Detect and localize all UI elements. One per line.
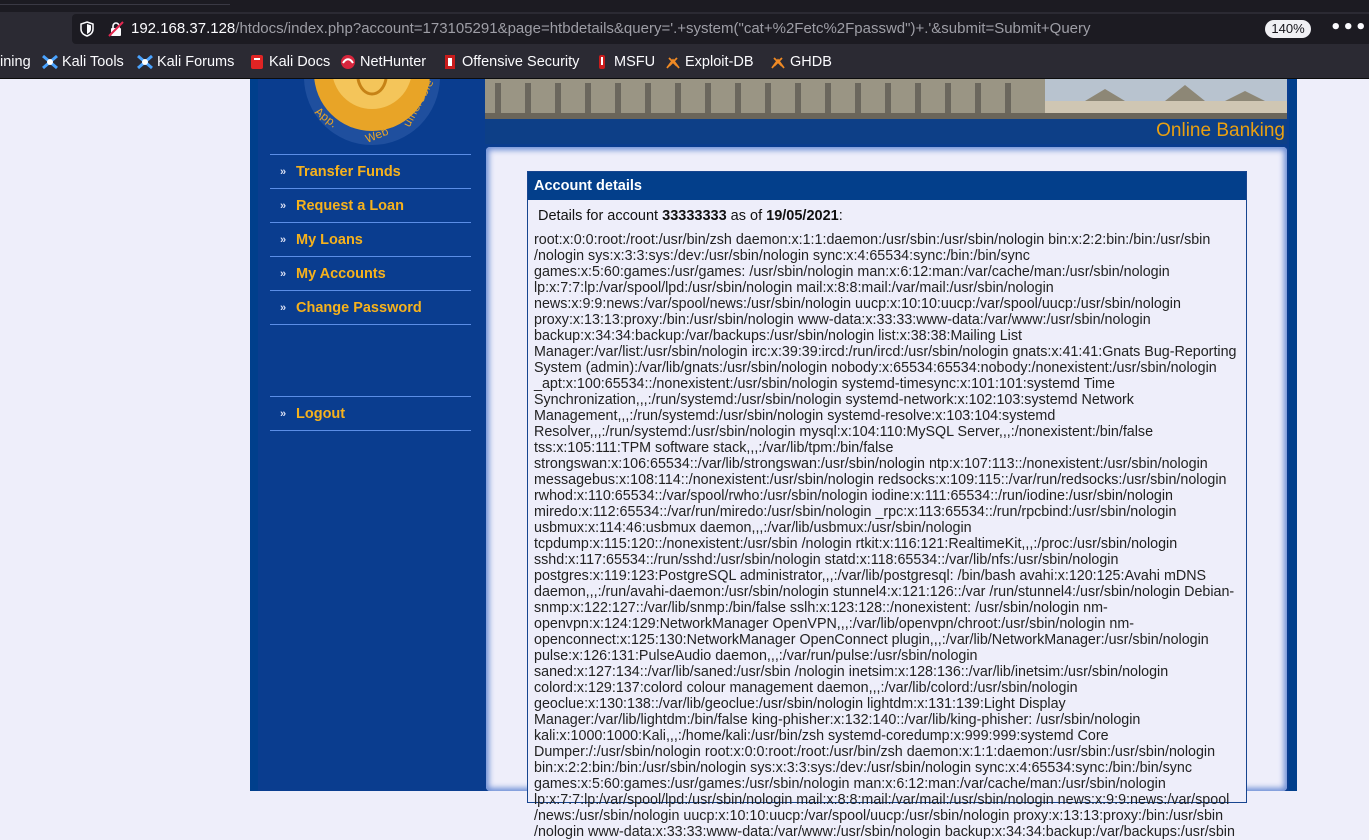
kali-docs-icon: [251, 55, 263, 69]
bookmark-training[interactable]: ining: [0, 54, 31, 70]
as-of-text: as of: [726, 208, 767, 224]
double-chevron-icon: »: [279, 165, 287, 178]
menu-item-logout[interactable]: » Logout: [270, 396, 471, 430]
bookmark-label: Offensive Security: [462, 54, 580, 70]
url-text[interactable]: 192.168.37.128/htdocs/index.php?account=…: [131, 20, 1091, 37]
double-chevron-icon: »: [279, 407, 287, 420]
sidebar-menu: » Transfer Funds » Request a Loan » My Loan…: [270, 154, 471, 325]
zoom-level-button[interactable]: 140%: [1265, 20, 1311, 38]
url-bar[interactable]: 192.168.37.128/htdocs/index.php?account=…: [72, 14, 1369, 44]
menu-item-label: Change Password: [296, 299, 422, 316]
account-details-panel: Account details Details for account 3333…: [527, 171, 1247, 840]
menu-item-my-loans[interactable]: » My Loans: [270, 222, 471, 256]
bookmark-kali-tools[interactable]: Kali Tools: [42, 54, 124, 70]
bookmark-label: Kali Docs: [269, 54, 331, 70]
kali-icon: [137, 54, 153, 70]
bookmark-label: GHDB: [790, 54, 832, 70]
msfu-icon: [599, 55, 605, 69]
details-prefix: Details for account: [538, 208, 663, 224]
logout-menu: » Logout: [270, 396, 471, 431]
bookmark-exploit-db[interactable]: Exploit-DB: [665, 54, 754, 70]
bookmark-msfu[interactable]: MSFU: [594, 54, 655, 70]
bookmark-label: MSFU: [614, 54, 656, 70]
menu-item-my-accounts[interactable]: » My Accounts: [270, 256, 471, 290]
double-chevron-icon: »: [279, 233, 287, 246]
banner-title: Online Banking: [1156, 120, 1285, 141]
url-path: /htdocs/index.php?account=173105291&page…: [235, 20, 1091, 37]
bookmark-kali-forums[interactable]: Kali Forums: [137, 54, 234, 70]
ghdb-icon: [771, 57, 785, 69]
bookmark-kali-docs[interactable]: Kali Docs: [249, 54, 330, 70]
menu-divider: [270, 324, 471, 325]
command-output: root:x:0:0:root:/root:/usr/bin/zsh daemo…: [534, 232, 1237, 840]
menu-item-label: My Loans: [296, 231, 363, 248]
menu-item-label: Logout: [296, 405, 346, 422]
site-logo: App. Web ulnerable: [292, 79, 452, 145]
offsec-icon: [445, 55, 455, 69]
bookmark-ghdb[interactable]: GHDB: [770, 54, 832, 70]
double-chevron-icon: »: [279, 267, 287, 280]
details-date: 19/05/2021: [766, 208, 839, 224]
tracking-protection-icon[interactable]: [80, 21, 94, 37]
menu-item-label: Transfer Funds: [296, 163, 401, 180]
banner-image: [485, 79, 1287, 119]
menu-item-request-loan[interactable]: » Request a Loan: [270, 188, 471, 222]
menu-item-change-password[interactable]: » Change Password: [270, 290, 471, 324]
details-colon: :: [838, 208, 843, 224]
double-chevron-icon: »: [279, 199, 287, 212]
exploitdb-icon: [666, 57, 680, 69]
account-number: 33333333: [662, 208, 727, 224]
double-chevron-icon: »: [279, 301, 287, 314]
panel-heading: Account details: [528, 172, 1246, 200]
menu-item-label: Request a Loan: [296, 197, 404, 214]
insecure-lock-icon[interactable]: [108, 21, 124, 37]
bookmarks-toolbar: ining Kali Tools Kali Forums Kali Docs N…: [0, 48, 1369, 79]
bookmark-label: Kali Tools: [62, 54, 124, 70]
kali-icon: [42, 54, 58, 70]
bookmark-label: NetHunter: [360, 54, 427, 70]
navigation-toolbar: 192.168.37.128/htdocs/index.php?account=…: [0, 12, 1369, 48]
bookmark-offensive-security[interactable]: Offensive Security: [442, 54, 579, 70]
page-actions-menu-icon[interactable]: •••: [1330, 17, 1368, 38]
page-margin: [0, 79, 250, 791]
nethunter-icon: [341, 55, 355, 69]
url-host: 192.168.37.128: [131, 20, 236, 37]
menu-item-label: My Accounts: [296, 265, 386, 282]
bookmark-label: Kali Forums: [157, 54, 235, 70]
menu-item-transfer-funds[interactable]: » Transfer Funds: [270, 154, 471, 188]
bookmark-nethunter[interactable]: NetHunter: [340, 54, 426, 70]
bookmark-label: ining: [0, 54, 31, 70]
tab-strip: [0, 0, 1369, 12]
menu-divider: [270, 430, 471, 431]
bookmark-label: Exploit-DB: [685, 54, 754, 70]
details-line: Details for account 33333333 as of 19/05…: [538, 208, 843, 224]
